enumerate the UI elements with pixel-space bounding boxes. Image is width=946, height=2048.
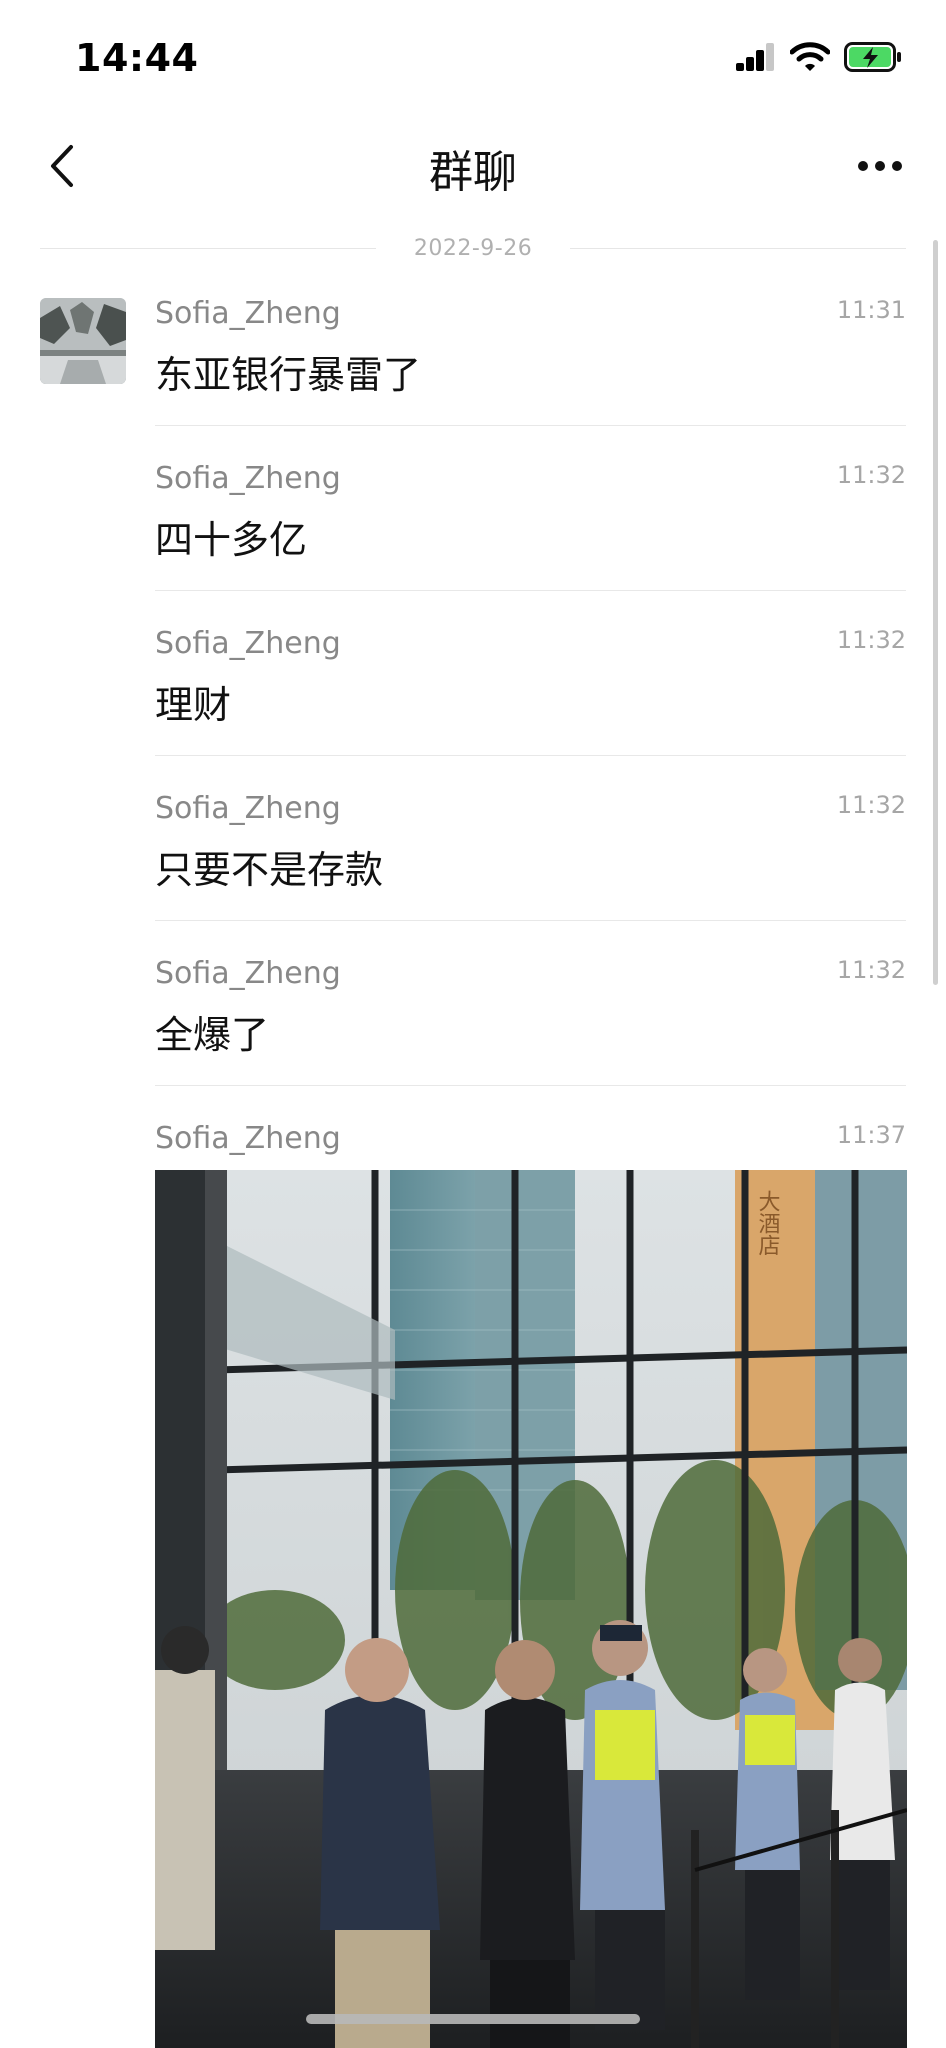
home-indicator[interactable] [306, 2014, 640, 2024]
page-title: 群聊 [429, 147, 517, 198]
message-item[interactable]: Sofia_Zheng 11:32 四十多亿 [155, 461, 906, 591]
message-text: 只要不是存款 [155, 848, 384, 892]
building-sign: 大酒店 [755, 1190, 781, 1256]
message-time: 11:32 [836, 791, 906, 819]
message-time: 11:32 [836, 461, 906, 489]
divider [155, 590, 906, 591]
message-item[interactable]: Sofia_Zheng 11:31 东亚银行暴雷了 [155, 296, 906, 426]
message-sender[interactable]: Sofia_Zheng [155, 1121, 341, 1156]
message-sender[interactable]: Sofia_Zheng [155, 296, 341, 331]
message-sender[interactable]: Sofia_Zheng [155, 956, 341, 991]
message-time: 11:32 [836, 956, 906, 984]
message-item[interactable]: Sofia_Zheng 11:32 全爆了 [155, 956, 906, 1086]
avatar-image [40, 298, 126, 384]
message-time: 11:37 [836, 1121, 906, 1149]
message-sender[interactable]: Sofia_Zheng [155, 461, 341, 496]
divider [155, 1085, 906, 1086]
message-time: 11:32 [836, 626, 906, 654]
message-item[interactable]: Sofia_Zheng 11:32 理财 [155, 626, 906, 756]
battery-charging-icon [844, 42, 901, 72]
status-icons [736, 42, 902, 72]
message-item[interactable]: Sofia_Zheng 11:32 只要不是存款 [155, 791, 906, 921]
wifi-icon [790, 42, 830, 71]
more-options-button[interactable] [844, 134, 916, 198]
more-dots-icon [858, 161, 902, 171]
message-text: 全爆了 [155, 1013, 270, 1057]
message-image[interactable]: 大酒店 [155, 1170, 907, 2048]
message-text: 四十多亿 [155, 518, 308, 562]
status-bar: 14:44 [0, 0, 946, 112]
message-sender[interactable]: Sofia_Zheng [155, 791, 341, 826]
message-time: 11:31 [836, 296, 906, 324]
divider [155, 425, 906, 426]
date-separator: 2022-9-26 [40, 230, 907, 266]
cellular-signal-icon [736, 43, 774, 71]
status-time: 14:44 [75, 36, 199, 80]
message-item[interactable]: Sofia_Zheng 11:37 [155, 1121, 906, 1169]
avatar[interactable] [40, 298, 126, 384]
message-sender[interactable]: Sofia_Zheng [155, 626, 341, 661]
divider [155, 755, 906, 756]
nav-bar: 群聊 [0, 112, 946, 222]
message-text: 东亚银行暴雷了 [155, 353, 422, 397]
divider [155, 920, 906, 921]
divider [570, 247, 907, 249]
scrollbar[interactable] [933, 240, 938, 985]
divider [40, 247, 376, 249]
message-text: 理财 [155, 683, 232, 727]
date-label: 2022-9-26 [413, 235, 533, 261]
bank-lobby-photo: 大酒店 [155, 1170, 907, 2048]
